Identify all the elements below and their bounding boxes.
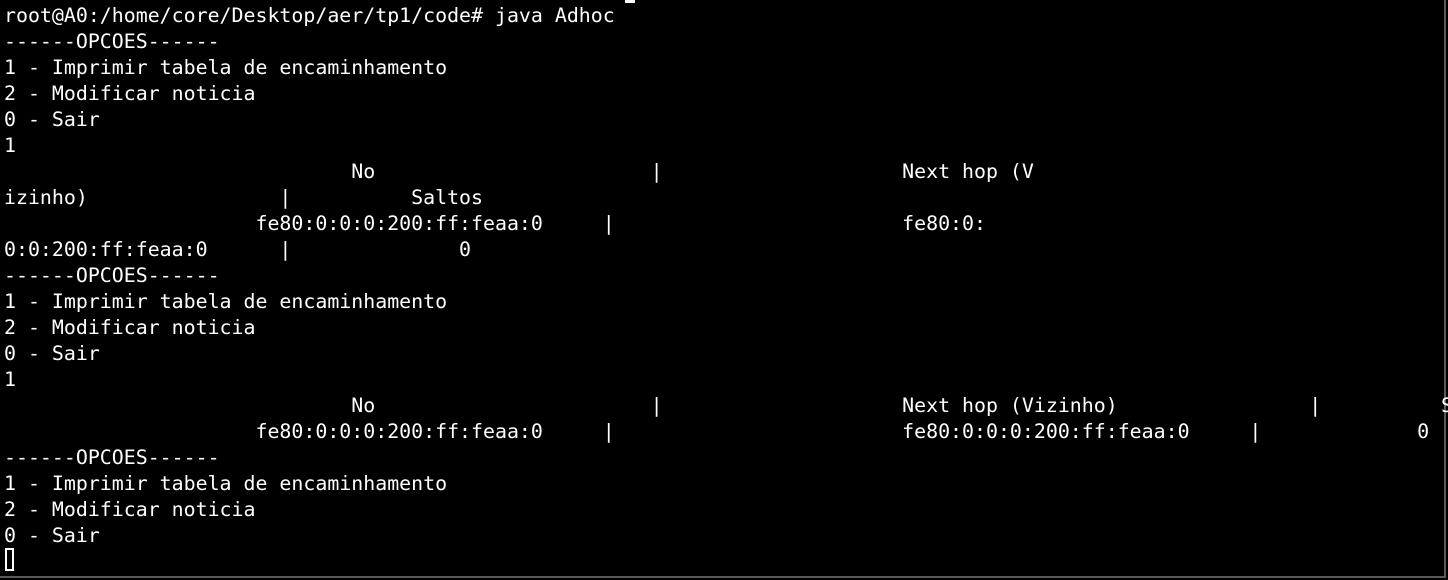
terminal-line-menu-option: 1 - Imprimir tabela de encaminhamento xyxy=(4,290,448,313)
terminal-line-table-row: fe80:0:0:0:200:ff:feaa:0 | fe80:0: xyxy=(4,212,986,235)
terminal-line-menu-option: 0 - Sair xyxy=(4,342,100,365)
terminal-line-user-input: 1 xyxy=(4,134,16,157)
terminal-line-menu-header: ------OPCOES------ xyxy=(4,264,220,287)
terminal-line-menu-option: 1 - Imprimir tabela de encaminhamento xyxy=(4,56,448,79)
terminal-line-menu-header: ------OPCOES------ xyxy=(4,30,220,53)
terminal-line-menu-option: 2 - Modificar noticia xyxy=(4,316,256,339)
terminal-line-menu-option: 0 - Sair xyxy=(4,108,100,131)
terminal-line-menu-option: 0 - Sair xyxy=(4,524,100,547)
terminal-window[interactable]: root@A0:/home/core/Desktop/aer/tp1/code#… xyxy=(0,0,1448,578)
terminal-line-table-row: fe80:0:0:0:200:ff:feaa:0 | fe80:0:0:0:20… xyxy=(4,420,1430,443)
terminal-line-table-header: No | Next hop (V xyxy=(4,160,1034,183)
terminal-line-table-row: 0:0:200:ff:feaa:0 | 0 xyxy=(4,238,472,261)
previous-output-fragment xyxy=(625,0,635,3)
terminal-line-table-header: izinho) | Saltos xyxy=(4,186,484,209)
terminal-line-command: root@A0:/home/core/Desktop/aer/tp1/code#… xyxy=(4,4,615,27)
terminal-line-user-input: 1 xyxy=(4,368,16,391)
terminal-line-menu-option: 2 - Modificar noticia xyxy=(4,82,256,105)
terminal-line-menu-option: 1 - Imprimir tabela de encaminhamento xyxy=(4,472,448,495)
terminal-line-table-header: No | Next hop (Vizinho) | Saltos xyxy=(4,394,1448,417)
terminal-line-menu-header: ------OPCOES------ xyxy=(4,446,220,469)
terminal-line-menu-option: 2 - Modificar noticia xyxy=(4,498,256,521)
terminal-cursor[interactable] xyxy=(5,548,14,571)
